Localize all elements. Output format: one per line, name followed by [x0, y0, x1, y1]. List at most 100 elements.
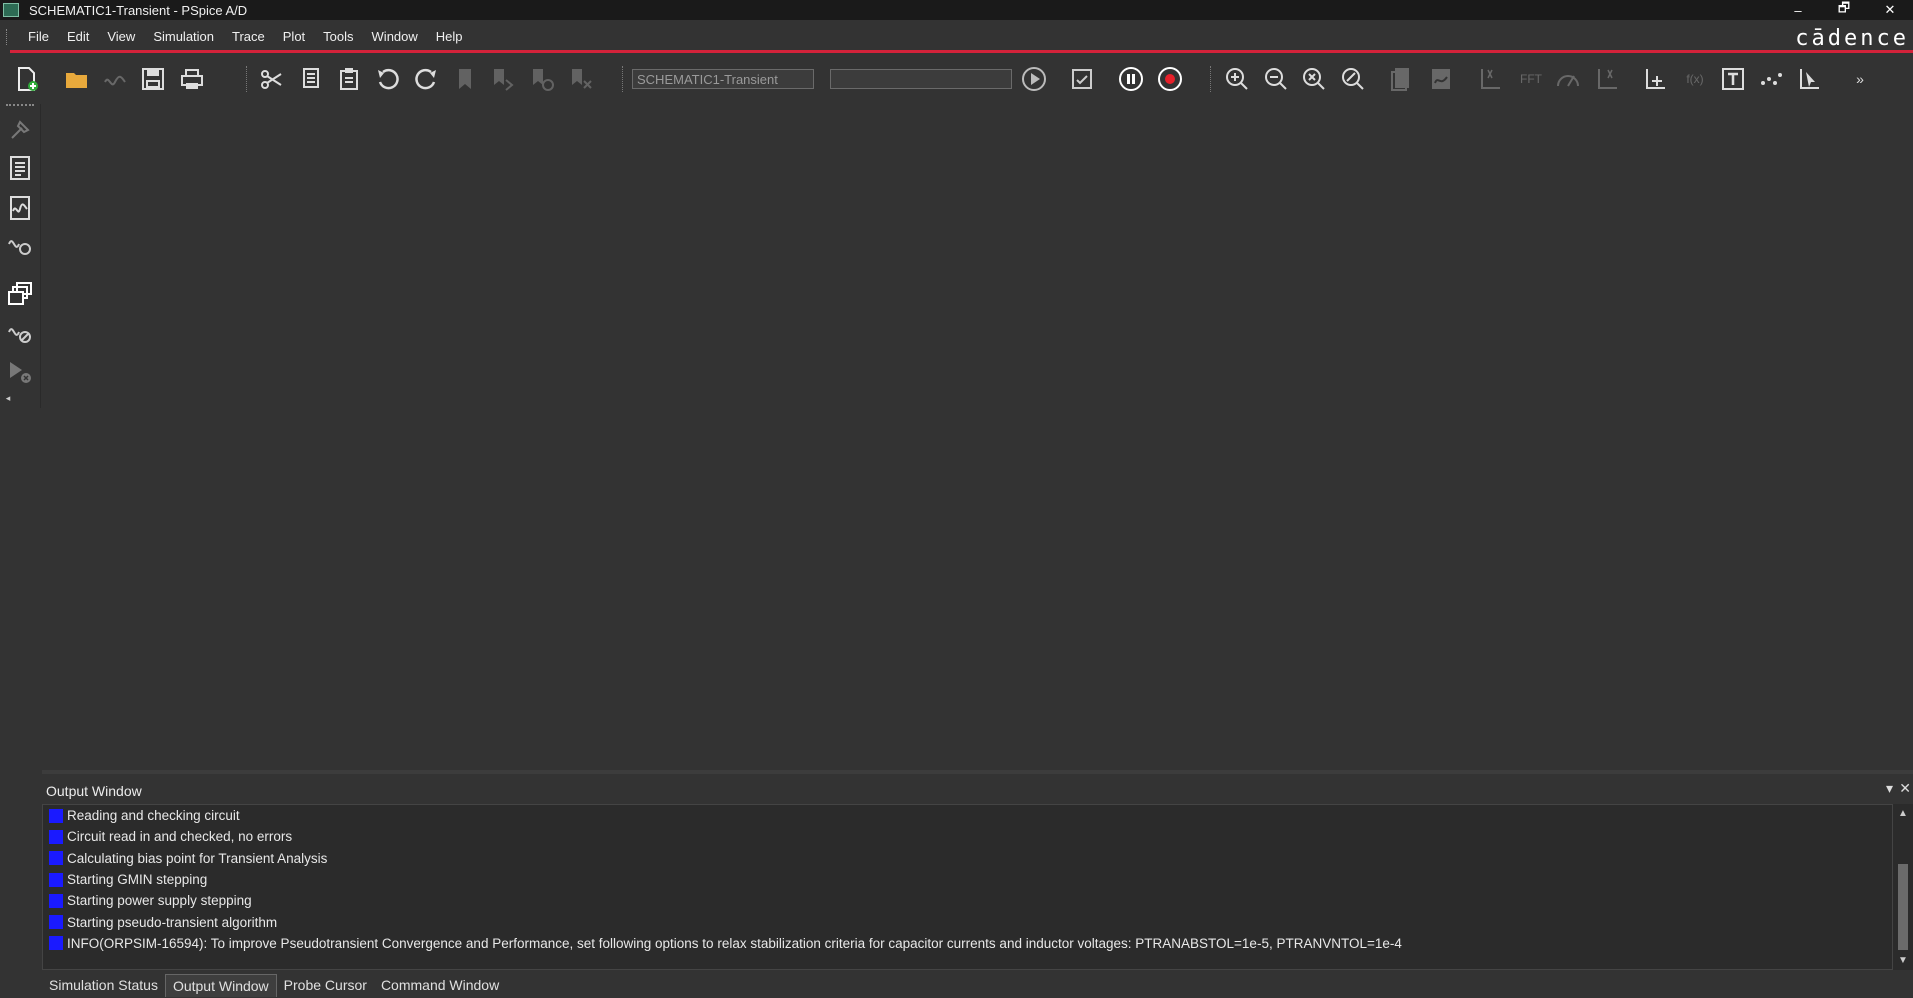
- toolbar-grip[interactable]: [6, 104, 34, 107]
- log-y-axis-icon[interactable]: [1592, 64, 1622, 94]
- log-line: Starting GMIN stepping: [43, 869, 1892, 890]
- menu-view[interactable]: View: [98, 26, 144, 48]
- performance-analysis-icon[interactable]: [1553, 64, 1583, 94]
- next-bookmark-icon[interactable]: [488, 64, 518, 94]
- bottom-tab-bar: Simulation Status Output Window Probe Cu…: [42, 974, 1913, 997]
- log-line: Reading and checking circuit: [43, 805, 1892, 826]
- minimize-button[interactable]: –: [1775, 0, 1821, 20]
- toolbar-separator: [1210, 66, 1212, 92]
- close-panel-icon[interactable]: ✕: [1899, 780, 1911, 797]
- info-marker-icon: [49, 829, 63, 844]
- zoom-out-icon[interactable]: [1261, 64, 1291, 94]
- fft-button[interactable]: FFT: [1514, 64, 1548, 94]
- menu-edit[interactable]: Edit: [58, 26, 98, 48]
- cascade-windows-icon[interactable]: [4, 278, 36, 310]
- zoom-area-icon[interactable]: [1338, 64, 1368, 94]
- stop-icon[interactable]: [1155, 64, 1185, 94]
- info-marker-icon: [49, 851, 63, 866]
- menu-window[interactable]: Window: [363, 26, 427, 48]
- info-marker-icon: [49, 808, 63, 823]
- main-toolbar: SCHEMATIC1-Transient FFT f(x) »: [0, 58, 1913, 100]
- export-plot-icon[interactable]: [1426, 64, 1456, 94]
- toolbar-separator: [622, 66, 624, 92]
- plot-work-area[interactable]: [42, 104, 1913, 764]
- window-controls: – 🗗 ✕: [1775, 0, 1913, 20]
- info-marker-icon: [49, 872, 63, 887]
- log-line: Starting pseudo-transient algorithm: [43, 911, 1892, 932]
- close-button[interactable]: ✕: [1867, 0, 1913, 20]
- log-line: Starting power supply stepping: [43, 890, 1892, 911]
- mark-data-points-icon[interactable]: [1756, 64, 1786, 94]
- log-x-axis-icon[interactable]: [1475, 64, 1505, 94]
- trace-expression-button[interactable]: f(x): [1678, 64, 1712, 94]
- menu-tools[interactable]: Tools: [314, 26, 362, 48]
- log-line: INFO(ORPSIM-16594): To improve Pseudotra…: [43, 933, 1892, 954]
- menu-bar: File Edit View Simulation Trace Plot Too…: [0, 24, 1913, 50]
- add-trace-icon[interactable]: [1640, 64, 1670, 94]
- window-title: SCHEMATIC1-Transient - PSpice A/D: [29, 2, 248, 18]
- vertical-scrollbar[interactable]: ▲ ▼: [1893, 804, 1913, 970]
- tab-simulation-status[interactable]: Simulation Status: [42, 974, 165, 997]
- brand-accent-line: [10, 50, 1913, 53]
- measurement-icon[interactable]: [4, 228, 36, 260]
- clear-bookmark-icon[interactable]: [527, 64, 557, 94]
- scrollbar-thumb[interactable]: [1898, 864, 1908, 950]
- tab-output-window[interactable]: Output Window: [164, 974, 277, 997]
- panel-menu-icon[interactable]: ▾: [1886, 780, 1893, 797]
- menu-help[interactable]: Help: [427, 26, 472, 48]
- collapse-toolbar-icon[interactable]: ◂: [4, 392, 12, 404]
- info-marker-icon: [49, 915, 63, 930]
- bookmark-icon[interactable]: [450, 64, 480, 94]
- scroll-up-icon[interactable]: ▲: [1898, 808, 1908, 819]
- probe-icon[interactable]: [4, 114, 36, 146]
- run-icon[interactable]: [1019, 64, 1049, 94]
- toggle-cursor-icon[interactable]: [1795, 64, 1825, 94]
- log-line: Calculating bias point for Transient Ana…: [43, 848, 1892, 869]
- undo-icon[interactable]: [373, 64, 403, 94]
- toolbar-separator: [246, 66, 248, 92]
- menu-plot[interactable]: Plot: [274, 26, 314, 48]
- menu-grip[interactable]: [6, 29, 9, 45]
- title-bar: SCHEMATIC1-Transient - PSpice A/D – 🗗 ✕: [0, 0, 1913, 20]
- output-window-title: Output Window: [46, 783, 142, 799]
- append-waveform-icon[interactable]: [100, 64, 130, 94]
- left-toolbar: ◂: [0, 104, 41, 408]
- menu-simulation[interactable]: Simulation: [144, 26, 223, 48]
- cadence-logo: cādence: [1795, 26, 1909, 51]
- simulation-progress-bar: [830, 69, 1012, 89]
- redo-icon[interactable]: [411, 64, 441, 94]
- menu-file[interactable]: File: [19, 26, 58, 48]
- copy-icon[interactable]: [295, 64, 325, 94]
- print-icon[interactable]: [177, 64, 207, 94]
- output-window-panel: Output Window ▾ ✕ Reading and checking c…: [42, 770, 1913, 970]
- delete-bookmarks-icon[interactable]: [566, 64, 596, 94]
- delete-probes-icon[interactable]: [4, 356, 36, 388]
- pause-icon[interactable]: [1116, 64, 1146, 94]
- info-marker-icon: [49, 936, 63, 951]
- new-file-icon[interactable]: [12, 64, 42, 94]
- restore-button[interactable]: 🗗: [1821, 0, 1867, 20]
- tab-probe-cursor[interactable]: Probe Cursor: [277, 974, 374, 997]
- waveform-document-icon[interactable]: [4, 192, 36, 224]
- scroll-down-icon[interactable]: ▼: [1898, 955, 1908, 966]
- paste-icon[interactable]: [334, 64, 364, 94]
- zoom-fit-icon[interactable]: [1299, 64, 1329, 94]
- output-log[interactable]: Reading and checking circuit Circuit rea…: [42, 804, 1893, 970]
- log-line: Circuit read in and checked, no errors: [43, 826, 1892, 847]
- view-output-file-icon[interactable]: [4, 152, 36, 184]
- toolbar-overflow-icon[interactable]: »: [1845, 64, 1875, 94]
- app-icon: [3, 3, 19, 17]
- view-simulation-results-icon[interactable]: [1067, 64, 1097, 94]
- simulation-profile-select[interactable]: SCHEMATIC1-Transient: [632, 69, 814, 89]
- open-folder-icon[interactable]: [62, 64, 92, 94]
- zoom-in-icon[interactable]: [1222, 64, 1252, 94]
- menu-trace[interactable]: Trace: [223, 26, 274, 48]
- copy-to-clipboard-icon[interactable]: [1387, 64, 1417, 94]
- output-window-header: Output Window ▾ ✕: [42, 770, 1913, 808]
- save-icon[interactable]: [138, 64, 168, 94]
- tab-command-window[interactable]: Command Window: [374, 974, 506, 997]
- cut-icon[interactable]: [256, 64, 286, 94]
- text-label-icon[interactable]: [1718, 64, 1748, 94]
- info-marker-icon: [49, 893, 63, 908]
- evaluate-measurement-icon[interactable]: [4, 316, 36, 348]
